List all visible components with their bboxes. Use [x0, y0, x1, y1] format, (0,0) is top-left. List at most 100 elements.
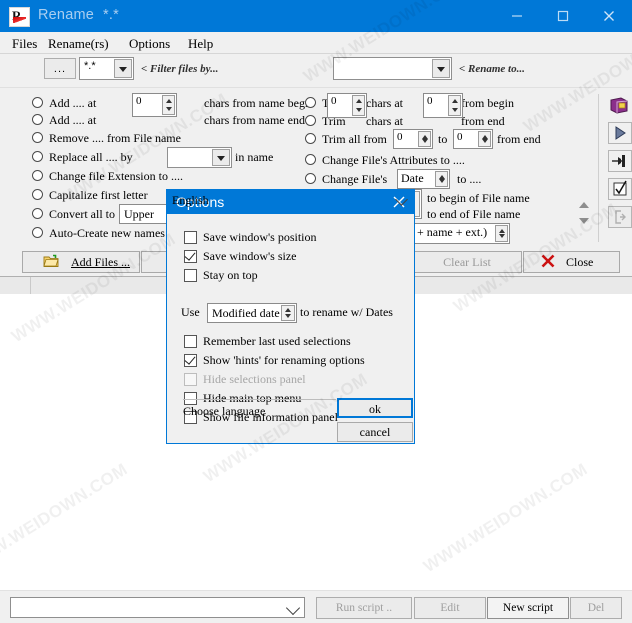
- trim-chars-spinner-1-value: 0: [331, 95, 337, 107]
- option-change-extension-label: Change file Extension to ....: [49, 169, 183, 183]
- trim-all-spinner-2[interactable]: 0: [453, 129, 493, 149]
- new-script-button[interactable]: New script: [487, 597, 569, 619]
- radio-change-attributes[interactable]: [305, 154, 316, 165]
- radio-replace-all[interactable]: [32, 151, 43, 162]
- checkbox-save-window-position[interactable]: [184, 231, 197, 244]
- option-auto-create-names-label: Auto-Create new names: [49, 226, 165, 240]
- option-trim-end-suffix: from end: [461, 114, 505, 128]
- menu-options[interactable]: Options: [125, 35, 174, 53]
- chevron-down-icon[interactable]: [212, 149, 230, 166]
- add-begin-spinner[interactable]: 0: [132, 93, 177, 117]
- option-capitalize-first-letter-label: Capitalize first letter: [49, 188, 148, 202]
- radio-auto-create-names[interactable]: [32, 227, 43, 238]
- script-select-combo[interactable]: [10, 597, 305, 618]
- panel-scroll-arrows[interactable]: [577, 198, 591, 232]
- radio-trim-chars-begin[interactable]: [305, 97, 316, 108]
- option-add-at-begin-label: Add .... at: [49, 96, 97, 110]
- checkbox-stay-on-top[interactable]: [184, 269, 197, 282]
- option-hide-selections-panel-label: Hide selections panel: [203, 372, 306, 386]
- option-replace-all-suffix: in name: [235, 150, 274, 164]
- menu-help[interactable]: Help: [184, 35, 217, 53]
- toolstrip-divider: [598, 94, 599, 242]
- pin-icon[interactable]: [608, 150, 632, 172]
- close-button[interactable]: [586, 0, 632, 31]
- radio-trim-chars-end[interactable]: [305, 115, 316, 126]
- filter-combo[interactable]: *.*: [79, 57, 134, 80]
- browse-folder-button[interactable]: ...: [44, 58, 76, 79]
- radio-change-file-date[interactable]: [305, 173, 316, 184]
- ok-button[interactable]: ok: [337, 398, 413, 418]
- checklist-icon[interactable]: [608, 178, 632, 200]
- option-stay-on-top-label: Stay on top: [203, 268, 258, 282]
- radio-remove-from-filename[interactable]: [32, 132, 43, 143]
- menu-renamers[interactable]: Rename(rs): [44, 35, 113, 53]
- radio-trim-all-from[interactable]: [305, 133, 316, 144]
- options-dialog: Options Save window's position Save wind…: [166, 189, 415, 444]
- run-script-button[interactable]: Run script ..: [316, 597, 412, 619]
- checkbox-remember-last-selections[interactable]: [184, 335, 197, 348]
- minimize-button[interactable]: [494, 0, 540, 31]
- cancel-button[interactable]: cancel: [337, 422, 413, 442]
- main-menu-bar: Files Rename(rs) Options Help: [0, 32, 632, 54]
- maximize-button[interactable]: [540, 0, 586, 31]
- add-files-button[interactable]: Add Files ...: [22, 251, 140, 273]
- scroll-down-icon[interactable]: [579, 218, 589, 224]
- file-date-type-spinner[interactable]: Date: [397, 169, 450, 189]
- filter-combo-value: *.*: [84, 60, 96, 72]
- chevron-down-icon[interactable]: [285, 600, 301, 616]
- option-remember-last-selections-label: Remember last used selections: [203, 334, 351, 348]
- convert-all-to-value: Upper: [124, 207, 154, 221]
- option-add-at-end-label: Add .... at: [49, 113, 97, 127]
- trim-chars-spinner-2[interactable]: 0: [423, 93, 463, 118]
- option-trim-all-suffix: from end: [497, 132, 541, 146]
- trim-all-spinner-1[interactable]: 0: [393, 129, 433, 149]
- chevron-down-icon[interactable]: [432, 59, 450, 78]
- trim-all-spinner-2-value: 0: [457, 131, 463, 143]
- edit-script-button[interactable]: Edit: [414, 597, 486, 619]
- window-title-text: Rename: [38, 7, 95, 23]
- book-icon[interactable]: [608, 96, 630, 116]
- option-add-to-end-label: to end of File name: [427, 207, 521, 221]
- spinner-arrows-icon[interactable]: [435, 171, 448, 187]
- window-title-pattern: *.*: [103, 7, 119, 23]
- option-trim-end-mid: chars at: [366, 114, 403, 128]
- scroll-up-icon[interactable]: [579, 202, 589, 208]
- spinner-arrows-icon[interactable]: [418, 131, 431, 147]
- replace-all-combo[interactable]: [167, 147, 232, 168]
- trim-chars-spinner-1[interactable]: 0: [327, 93, 367, 118]
- option-change-file-date-label: Change File's: [322, 172, 388, 186]
- spinner-arrows-icon[interactable]: [162, 95, 175, 115]
- clear-list-button[interactable]: Clear List: [412, 251, 522, 273]
- close-button-main[interactable]: Close: [523, 251, 620, 273]
- radio-change-extension[interactable]: [32, 170, 43, 181]
- option-replace-all-label: Replace all .... by: [49, 150, 133, 164]
- radio-capitalize-first-letter[interactable]: [32, 189, 43, 200]
- spinner-arrows-icon[interactable]: [281, 305, 295, 321]
- spinner-arrows-icon[interactable]: [448, 95, 461, 116]
- add-files-label: Add Files ...: [71, 255, 131, 269]
- rename-to-combo[interactable]: [333, 57, 452, 80]
- spinner-arrows-icon[interactable]: [352, 95, 365, 116]
- date-source-spinner[interactable]: Modified date: [207, 303, 297, 323]
- spinner-arrows-icon[interactable]: [495, 225, 508, 242]
- radio-convert-all-to[interactable]: [32, 208, 43, 219]
- option-trim-begin-mid: chars at: [366, 96, 403, 110]
- play-icon[interactable]: [608, 122, 632, 144]
- delete-script-button[interactable]: Del: [570, 597, 622, 619]
- exit-icon[interactable]: [608, 206, 632, 228]
- chevron-down-icon[interactable]: [114, 59, 132, 78]
- checkbox-save-window-size[interactable]: [184, 249, 197, 263]
- spinner-arrows-icon[interactable]: [478, 131, 491, 147]
- option-show-hints-label: Show 'hints' for renaming options: [203, 353, 365, 367]
- menu-files[interactable]: Files: [8, 35, 41, 53]
- radio-add-at-begin[interactable]: [32, 97, 43, 108]
- language-combo-value: English: [172, 193, 209, 207]
- autoname-format-value: (# + name + ext.): [404, 225, 488, 239]
- toolbar-divider: [0, 87, 632, 88]
- add-begin-spinner-value: 0: [136, 95, 142, 107]
- radio-add-at-end[interactable]: [32, 114, 43, 125]
- checkbox-show-hints[interactable]: [184, 353, 197, 367]
- trim-chars-spinner-2-value: 0: [427, 95, 433, 107]
- window-titlebar: R Rename *.*: [0, 0, 632, 32]
- autoname-format-spinner[interactable]: (# + name + ext.): [400, 223, 510, 244]
